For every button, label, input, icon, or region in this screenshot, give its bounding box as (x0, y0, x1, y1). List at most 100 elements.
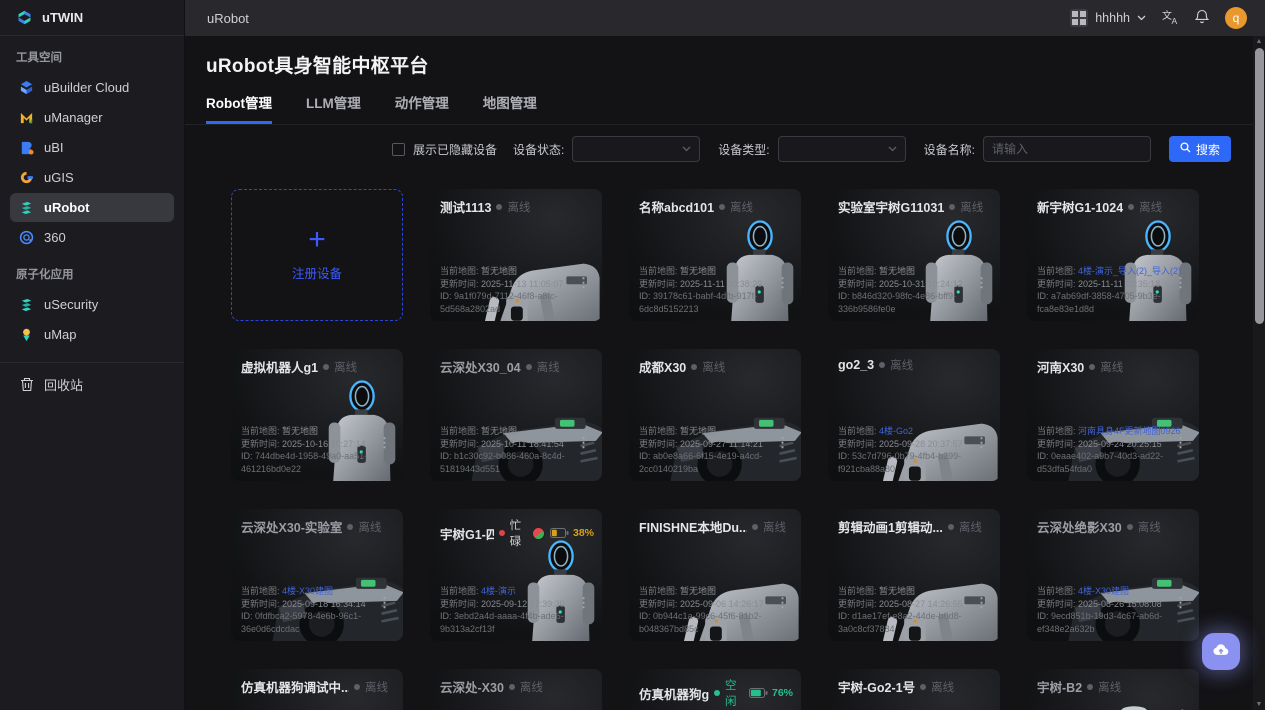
card-header: 测试1113 离线 (440, 197, 594, 216)
tab-bar: Robot管理 LLM管理 动作管理 地图管理 (185, 78, 1253, 125)
robot-card[interactable]: 河南X30 离线 当前地图: 河南具身4F更新地图0926 更新时间: 2025… (1027, 349, 1199, 481)
card-menu-button[interactable]: ⋮ (573, 273, 594, 293)
robot-card[interactable]: 成都X30 离线 当前地图: 暂无地图 更新时间: 2025-09-27 11:… (629, 349, 801, 481)
robot-name: FINISHNE本地Du... (639, 517, 747, 536)
robot-card[interactable]: 剪辑动画1剪辑动... 离线 当前地图: 暂无地图 更新时间: 2025-08-… (828, 509, 1000, 641)
robot-card[interactable]: 宇树G1-四川 忙碌 38% 当前地图: 4楼-演示 更新时间: 2025-09… (430, 509, 602, 641)
translate-icon[interactable]: 文A (1162, 9, 1179, 28)
status-label: 空闲 (725, 677, 744, 709)
id-value: 744dbe4d-1958-49a0-aa51-461216bd0e22 (241, 451, 367, 474)
sidebar-item-ubi[interactable]: uBI (10, 133, 174, 162)
robot-card[interactable]: 云深处X30-实验室 离线 当前地图: 4楼-X30建图 更新时间: 2025-… (231, 509, 403, 641)
card-menu-button[interactable]: ⋮ (1170, 593, 1191, 613)
map-value[interactable]: 4楼-Go2 (879, 426, 913, 436)
tab-llm[interactable]: LLM管理 (306, 92, 361, 124)
register-device-card[interactable]: + 注册设备 (231, 189, 403, 321)
robot-card[interactable]: 云深处绝影X30 离线 当前地图: 4楼-X30建图 更新时间: 2025-08… (1027, 509, 1199, 641)
card-menu-button[interactable]: ⋮ (1170, 273, 1191, 293)
sidebar-item-360[interactable]: 360 (10, 223, 174, 252)
sidebar-item-umap[interactable]: uMap (10, 320, 174, 349)
status-dot (920, 684, 926, 690)
card-menu-button[interactable]: ⋮ (1170, 433, 1191, 453)
vertical-scrollbar[interactable]: ▲ ▼ (1253, 36, 1265, 710)
card-menu-button[interactable]: ⋮ (573, 593, 594, 613)
sidebar-item-ubuilder-cloud[interactable]: uBuilder Cloud (10, 73, 174, 102)
card-menu-button[interactable]: ⋮ (573, 433, 594, 453)
workspace-switcher[interactable]: hhhhh (1070, 9, 1146, 27)
status-label: 离线 (507, 199, 530, 215)
status-label: 离线 (1139, 199, 1162, 215)
tab-map[interactable]: 地图管理 (483, 92, 537, 124)
robot-card[interactable]: 宇树-Go2-1号 离线 ⋮ (828, 669, 1000, 710)
avatar[interactable]: q (1225, 7, 1247, 29)
battery-percent: 38% (573, 527, 594, 539)
cloud-upload-button[interactable] (1202, 633, 1240, 670)
search-button[interactable]: 搜索 (1169, 136, 1231, 162)
scrollbar-thumb[interactable] (1255, 48, 1264, 324)
map-value[interactable]: 4楼-X30建图 (282, 586, 333, 596)
ugis-icon (18, 169, 35, 186)
robot-card[interactable]: 虚拟机器人g1 离线 当前地图: 暂无地图 更新时间: 2025-10-16 1… (231, 349, 403, 481)
updated-label: 更新时间: (838, 279, 877, 289)
device-type-select[interactable] (778, 136, 906, 162)
card-menu-button[interactable]: ⋮ (772, 593, 793, 613)
usecurity-icon (18, 296, 35, 313)
sidebar-item-usecurity[interactable]: uSecurity (10, 290, 174, 319)
status-label: 离线 (1100, 359, 1123, 375)
robot-card[interactable]: 云深处-X30 离线 ⋮ (430, 669, 602, 710)
search-icon (1180, 142, 1191, 156)
scroll-up-arrow[interactable]: ▲ (1253, 38, 1265, 45)
card-menu-button[interactable]: ⋮ (971, 273, 992, 293)
robot-name: 云深处X30_04 (440, 357, 521, 376)
map-value[interactable]: 河南具身4F更新地图0926 (1078, 426, 1181, 436)
sidebar-section-label: 工具空间 (0, 36, 184, 72)
map-value[interactable]: 4楼-演示 (481, 586, 516, 596)
card-menu-button[interactable]: ⋮ (772, 273, 793, 293)
scroll-down-arrow[interactable]: ▼ (1253, 701, 1265, 708)
card-menu-button[interactable]: ⋮ (772, 433, 793, 453)
robot-card[interactable]: 宇树-B2 离线 ⋮ (1027, 669, 1199, 710)
device-status-select[interactable] (572, 136, 700, 162)
card-menu-button[interactable]: ⋮ (971, 433, 992, 453)
updated-value: 2025-10-31 10:24:12 (879, 279, 963, 289)
robot-card[interactable]: 仿真机器狗调试中... 离线 ⋮ (231, 669, 403, 710)
sidebar-item-label: uBuilder Cloud (44, 80, 129, 95)
robot-card[interactable]: FINISHNE本地Du... 离线 当前地图: 暂无地图 更新时间: 2025… (629, 509, 801, 641)
robot-card[interactable]: 云深处X30_04 离线 当前地图: 暂无地图 更新时间: 2025-10-11… (430, 349, 602, 481)
card-menu-button[interactable]: ⋮ (374, 593, 395, 613)
sidebar-item-ugis[interactable]: uGIS (10, 163, 174, 192)
map-label: 当前地图: (440, 266, 479, 276)
card-menu-button[interactable]: ⋮ (971, 593, 992, 613)
card-menu-button[interactable]: ⋮ (374, 433, 395, 453)
robot-card[interactable]: 名称abcd101 离线 当前地图: 暂无地图 更新时间: 2025-11-11… (629, 189, 801, 321)
map-value[interactable]: 4楼-演示_导入(2)_导入(2) (1078, 266, 1181, 276)
bell-icon[interactable] (1195, 9, 1209, 28)
status-label: 离线 (365, 679, 388, 695)
tab-robot[interactable]: Robot管理 (206, 92, 272, 124)
logo-row[interactable]: uTWIN (0, 0, 184, 36)
updated-value: 2025-09-06 14:26:17 (680, 599, 764, 609)
sidebar-item-urobot[interactable]: uRobot (10, 193, 174, 222)
status-label: 离线 (537, 359, 560, 375)
tab-action[interactable]: 动作管理 (395, 92, 449, 124)
status-label: 离线 (730, 199, 753, 215)
show-hidden-label[interactable]: 展示已隐藏设备 (413, 141, 497, 158)
robot-card[interactable]: 新宇树G1-1024 离线 当前地图: 4楼-演示_导入(2)_导入(2) 更新… (1027, 189, 1199, 321)
sidebar-item-umanager[interactable]: uManager (10, 103, 174, 132)
device-status-label: 设备状态: (513, 141, 564, 158)
sidebar-item-recycle-bin[interactable]: 回收站 (0, 363, 184, 406)
device-name-input[interactable] (983, 136, 1151, 162)
robot-card[interactable]: 仿真机器狗go2 空闲 76% ⋮ (629, 669, 801, 710)
robot-card[interactable]: 实验室宇树G11031 离线 当前地图: 暂无地图 更新时间: 2025-10-… (828, 189, 1000, 321)
robot-card[interactable]: go2_3 离线 当前地图: 4楼-Go2 更新时间: 2025-09-28 2… (828, 349, 1000, 481)
card-header: 剪辑动画1剪辑动... 离线 (838, 517, 992, 536)
show-hidden-checkbox[interactable] (392, 143, 405, 156)
utwin-logo-icon (16, 9, 33, 26)
status-dot (526, 364, 532, 370)
updated-value: 2025-09-12 17:39:30 (481, 599, 565, 609)
map-value[interactable]: 4楼-X30建图 (1078, 586, 1129, 596)
status-dot (1128, 204, 1134, 210)
updated-value: 2025-08-26 15:08:08 (1078, 599, 1162, 609)
map-label: 当前地图: (639, 586, 678, 596)
robot-card[interactable]: 测试1113 离线 当前地图: 暂无地图 更新时间: 2025-11-13 11… (430, 189, 602, 321)
